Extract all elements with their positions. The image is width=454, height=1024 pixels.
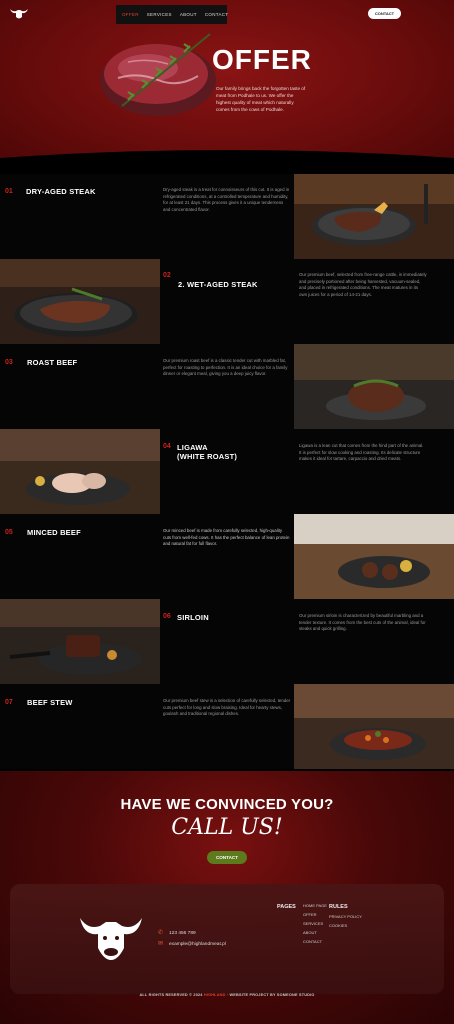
offer-number: 03	[5, 359, 13, 366]
offer-title: LIGAWA (WHITE ROAST)	[177, 443, 238, 461]
offer-title: MINCED BEEF	[27, 528, 81, 537]
hero-section: OFFER SERVICES ABOUT CONTACT CONTACT OFF…	[0, 0, 454, 172]
nav-item-services[interactable]: SERVICES	[147, 12, 172, 17]
footer-pages-heading: PAGES	[277, 904, 296, 910]
hero-wave-divider	[0, 150, 454, 172]
offer-row-2: 02 2. WET-AGED STEAK Our premium beef, s…	[0, 259, 454, 344]
offer-row-6: 06 SIRLOIN Our premium sirloin is charac…	[0, 599, 454, 684]
footer-phone[interactable]: ✆ 123 456 789	[158, 930, 196, 936]
offer-description: Our premium sirloin is characterized by …	[299, 613, 426, 632]
footer-rules-heading: RULES	[329, 904, 348, 910]
main-nav: OFFER SERVICES ABOUT CONTACT	[116, 5, 229, 24]
cta-call-text: CALL US!	[171, 815, 283, 840]
offer-row-7: 07 BEEF STEW Our premium beef stew is a …	[0, 684, 454, 769]
offer-title: ROAST BEEF	[27, 358, 78, 367]
email-icon: ✉	[158, 941, 164, 947]
offer-description: Our premium beef, selected from free-ran…	[299, 272, 427, 297]
offer-row-4: 04 LIGAWA (WHITE ROAST) Ligawa is a lean…	[0, 429, 454, 514]
offer-title: SIRLOIN	[177, 613, 209, 622]
offer-number: 06	[163, 613, 171, 620]
offer-row-1: 01 DRY-AGED STEAK Dry-aged steak is a tr…	[0, 174, 454, 259]
footer-link-contact[interactable]: CONTACT	[303, 939, 322, 944]
offer-photo	[294, 344, 454, 429]
footer-link-privacy[interactable]: PRIVACY POLICY	[329, 914, 362, 919]
offer-row-3: 03 ROAST BEEF Our premium roast beef is …	[0, 344, 454, 429]
page-title: OFFER	[212, 44, 312, 75]
cta-contact-button[interactable]: CONTACT	[207, 851, 247, 864]
offer-number: 01	[5, 188, 13, 195]
footer-link-about[interactable]: ABOUT	[303, 930, 317, 935]
footer-link-cookies[interactable]: COOKIES	[329, 923, 347, 928]
copyright: ALL RIGHTS RESERVED © 2024 HIGHLAND · WE…	[139, 993, 315, 997]
offer-description: Our premium roast beef is a classic tend…	[163, 358, 288, 377]
phone-icon: ✆	[158, 930, 164, 936]
contact-button[interactable]: CONTACT	[368, 8, 401, 19]
footer-email[interactable]: ✉ example@highlandmeat.pl	[158, 941, 226, 947]
offer-description: Ligawa is a lean cut that comes from the…	[299, 443, 424, 462]
offer-description: Our premium beef stew is a selection of …	[163, 698, 291, 717]
offer-photo	[294, 174, 454, 259]
cta-heading: HAVE WE CONVINCED YOU?	[120, 796, 334, 813]
offer-photo	[0, 259, 160, 344]
offer-number: 07	[5, 699, 13, 706]
offer-description: Our minced beef is made from carefully s…	[163, 528, 290, 547]
offer-photo	[0, 599, 160, 684]
offer-photo	[0, 429, 160, 514]
offer-number: 02	[163, 272, 171, 279]
offer-description: Dry-aged steak is a treat for connoisseu…	[163, 187, 290, 212]
footer-link-offer[interactable]: OFFER	[303, 912, 317, 917]
footer-panel	[10, 884, 444, 994]
hero-description: Our family brings back the forgotten tas…	[216, 86, 306, 112]
bull-head-logo-icon	[80, 918, 142, 960]
offer-number: 05	[5, 529, 13, 536]
footer-link-home[interactable]: HOME PAGE	[303, 903, 327, 908]
nav-item-contact[interactable]: CONTACT	[205, 12, 229, 17]
nav-item-offer[interactable]: OFFER	[122, 12, 139, 17]
offer-photo	[294, 514, 454, 599]
offer-title: DRY-AGED STEAK	[26, 187, 96, 196]
offer-number: 04	[163, 443, 171, 450]
offer-row-5: 05 MINCED BEEF Our minced beef is made f…	[0, 514, 454, 599]
bull-logo-icon[interactable]	[9, 7, 29, 21]
nav-item-about[interactable]: ABOUT	[180, 12, 197, 17]
footer-link-services[interactable]: SERVICES	[303, 921, 323, 926]
offer-title: BEEF STEW	[27, 698, 73, 707]
offer-title: 2. WET-AGED STEAK	[178, 280, 258, 289]
hero-steak-image	[100, 33, 216, 116]
offer-photo	[294, 684, 454, 769]
